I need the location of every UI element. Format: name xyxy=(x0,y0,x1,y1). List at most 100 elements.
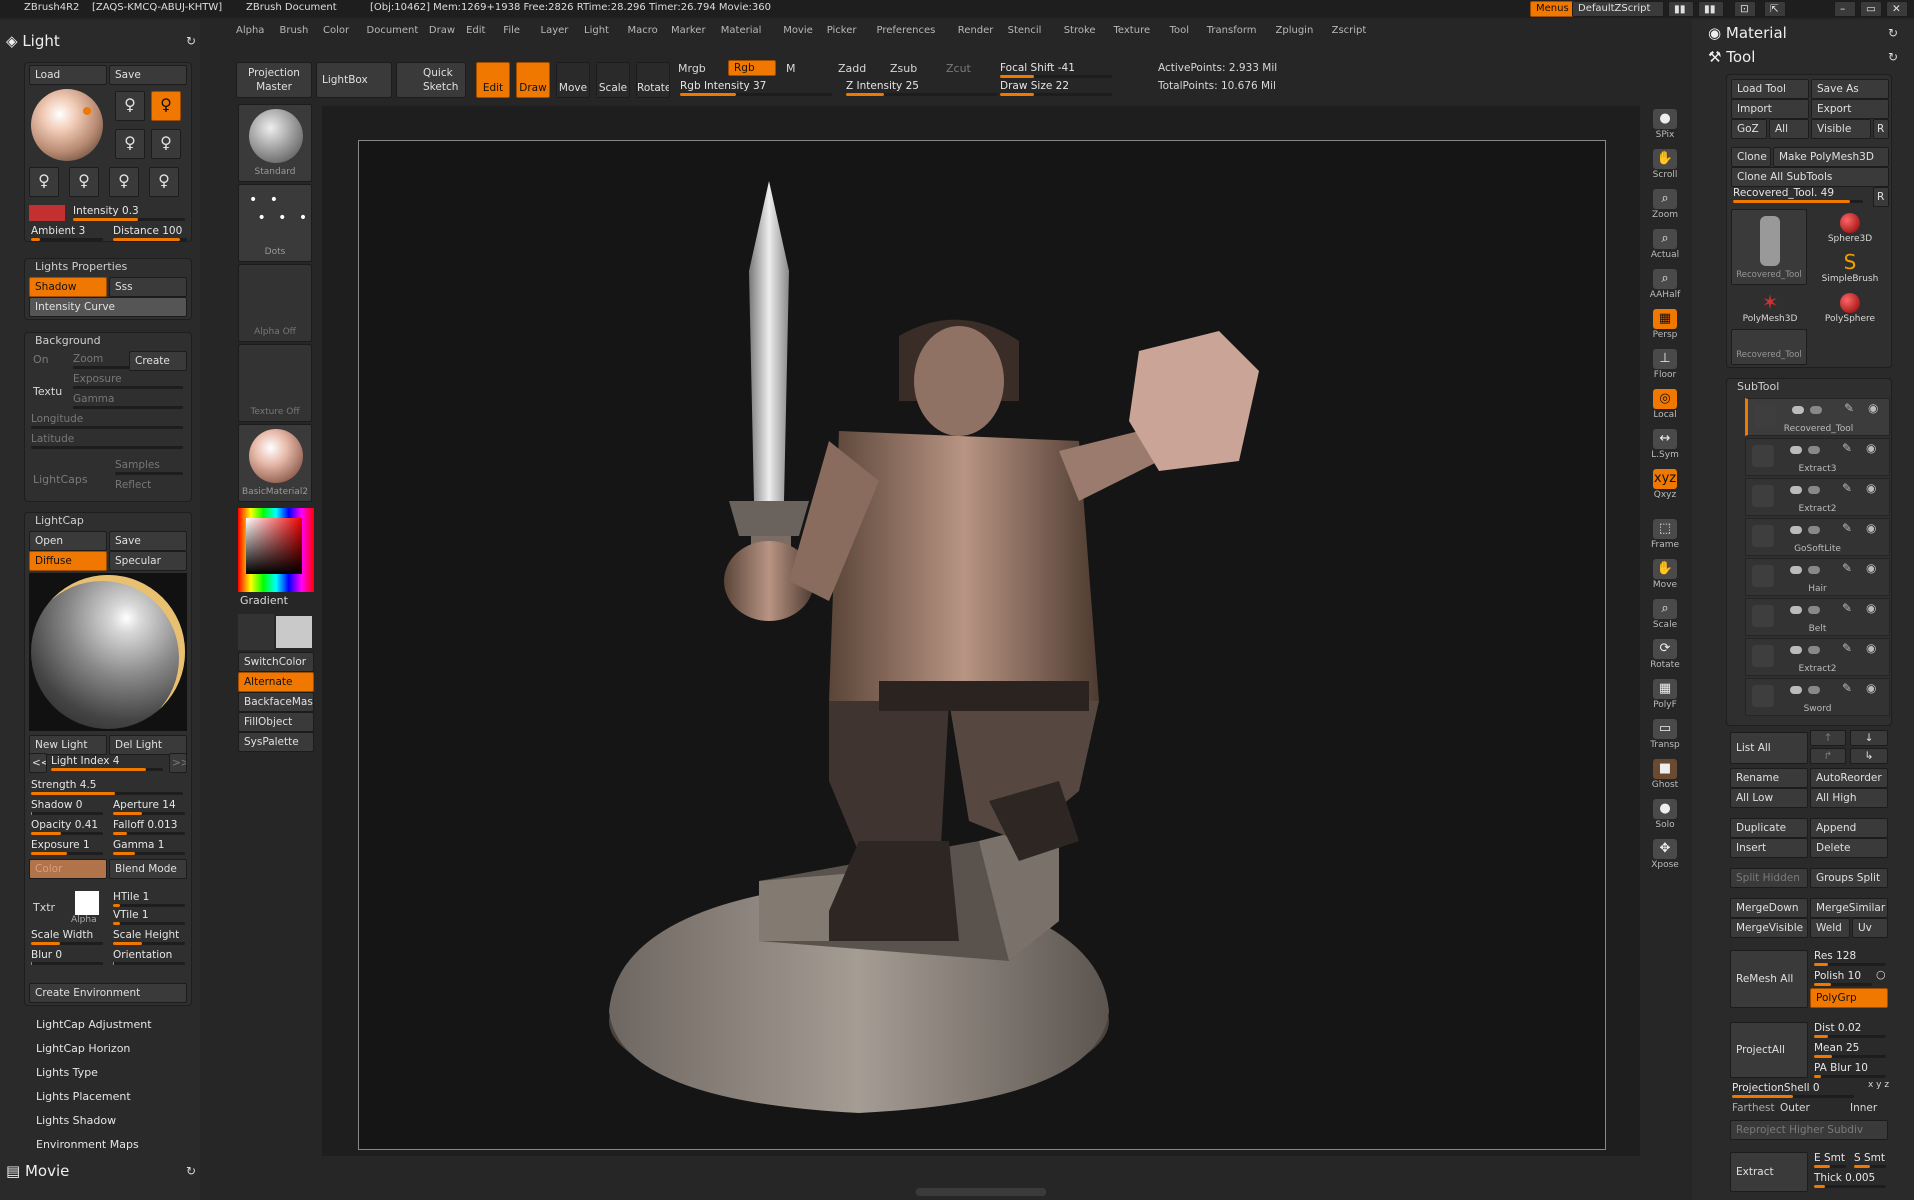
color-swatch-button[interactable]: Color xyxy=(29,859,107,879)
distance-slider[interactable]: Distance 100 xyxy=(109,223,191,243)
movie-palette-title[interactable]: ▤ Movie xyxy=(6,1162,69,1180)
toggle-icon[interactable] xyxy=(1808,606,1820,614)
rotate-button[interactable]: ⟳ Rotate xyxy=(1648,636,1682,672)
main-color-swatch[interactable] xyxy=(238,614,274,650)
lightbox-button[interactable]: LightBox xyxy=(316,62,392,98)
shadow-button[interactable]: Shadow xyxy=(29,277,107,297)
inner-button[interactable]: Inner xyxy=(1850,1102,1877,1114)
save-button[interactable]: Save xyxy=(109,65,187,85)
clone-button[interactable]: Clone xyxy=(1731,147,1771,167)
menu-item-tool[interactable]: Tool xyxy=(1170,22,1189,40)
brush-icon[interactable]: ✎ xyxy=(1842,601,1852,615)
vtile-slider[interactable]: VTile 1 xyxy=(109,907,189,927)
lights-shadow-section[interactable]: Lights Shadow xyxy=(36,1114,116,1127)
shadow-slider[interactable]: Shadow 0 xyxy=(27,797,107,817)
rotate-button[interactable]: Rotate xyxy=(636,62,670,98)
list-all-button[interactable]: List All xyxy=(1730,732,1808,764)
orientation-slider[interactable]: Orientation xyxy=(109,947,189,967)
xpose-button[interactable]: ✥ Xpose xyxy=(1648,836,1682,872)
brush-icon[interactable]: ✎ xyxy=(1842,441,1852,455)
bulb-icon[interactable]: ♀ xyxy=(149,167,179,197)
quick-sketch-button[interactable]: Quick Sketch xyxy=(396,62,466,98)
menu-item-brush[interactable]: Brush xyxy=(280,22,309,40)
eye-icon[interactable]: ◉ xyxy=(1866,681,1876,695)
alternate-button[interactable]: Alternate xyxy=(238,672,314,692)
arrow-corner-icon[interactable]: ↳ xyxy=(1850,748,1888,764)
toggle-icon[interactable] xyxy=(1790,526,1802,534)
menu-item-material[interactable]: Material xyxy=(721,22,762,40)
tool-thumb-polysphere[interactable]: PolySphere xyxy=(1811,289,1889,327)
tool-palette-title[interactable]: ⚒ Tool xyxy=(1708,48,1755,66)
polish-circle-icon[interactable]: ○ xyxy=(1876,968,1886,981)
eye-icon[interactable]: ◉ xyxy=(1866,601,1876,615)
clone-all-subtools-button[interactable]: Clone All SubTools xyxy=(1731,167,1889,187)
bulb-icon[interactable]: ♀ xyxy=(69,167,99,197)
brush-icon[interactable]: ✎ xyxy=(1842,521,1852,535)
brush-icon[interactable]: ✎ xyxy=(1842,481,1852,495)
next-light-icon[interactable]: >> xyxy=(169,753,187,773)
exposure-slider[interactable]: Exposure 1 xyxy=(27,837,107,857)
zsub-button[interactable]: Zsub xyxy=(890,62,917,75)
mean-slider[interactable]: Mean 25 xyxy=(1810,1040,1890,1060)
export-button[interactable]: Export xyxy=(1811,99,1889,119)
reproject-higher-subdiv-button[interactable]: Reproject Higher Subdiv xyxy=(1730,1120,1888,1140)
all-high-button[interactable]: All High xyxy=(1810,788,1888,808)
scale-width-slider[interactable]: Scale Width xyxy=(27,927,107,947)
prev-light-icon[interactable]: << xyxy=(29,753,47,773)
scroll-button[interactable]: ✋ Scroll xyxy=(1648,146,1682,182)
arrow-right-icon[interactable]: ↱ xyxy=(1810,748,1846,764)
load-tool-button[interactable]: Load Tool xyxy=(1731,79,1809,99)
polish-slider[interactable]: Polish 10 xyxy=(1810,968,1876,988)
delete-button[interactable]: Delete xyxy=(1810,838,1888,858)
l-sym-button[interactable]: ↔ L.Sym xyxy=(1648,426,1682,462)
brush-icon[interactable]: ✎ xyxy=(1844,401,1854,415)
script-button[interactable]: DefaultZScript xyxy=(1572,1,1664,17)
projection-master-button[interactable]: Projection Master xyxy=(236,62,312,98)
draw-size-slider[interactable]: Draw Size 22 xyxy=(996,78,1116,98)
blend-mode-button[interactable]: Blend Mode xyxy=(109,859,187,879)
sss-button[interactable]: Sss xyxy=(109,277,187,297)
canvas[interactable] xyxy=(322,106,1640,1156)
move-button[interactable]: ✋ Move xyxy=(1648,556,1682,592)
menu-item-color[interactable]: Color xyxy=(323,22,349,40)
focal-shift-slider[interactable]: Focal Shift -41 xyxy=(996,60,1116,80)
z-intensity-slider[interactable]: Z Intensity 25 xyxy=(842,78,1002,98)
menu-item-light[interactable]: Light xyxy=(584,22,609,40)
menu-item-macro[interactable]: Macro xyxy=(628,22,658,40)
texture-thumbnail[interactable] xyxy=(75,891,99,915)
toggle-icon[interactable] xyxy=(1790,646,1802,654)
res-slider[interactable]: Res 128 xyxy=(1810,948,1890,968)
light-position-dot[interactable] xyxy=(83,107,91,115)
toggle-icon[interactable] xyxy=(1808,446,1820,454)
htile-slider[interactable]: HTile 1 xyxy=(109,889,189,909)
bulb-icon[interactable]: ♀ xyxy=(151,91,181,121)
arrow-down-icon[interactable]: ↓ xyxy=(1850,730,1888,746)
bg-gamma-slider[interactable]: Gamma xyxy=(69,391,187,411)
menus-button[interactable]: Menus xyxy=(1530,1,1575,17)
subtool-row[interactable]: ✎ ◉ Hair xyxy=(1745,558,1890,596)
pa-blur-slider[interactable]: PA Blur 10 xyxy=(1810,1060,1890,1080)
lightcap-open-button[interactable]: Open xyxy=(29,531,107,551)
subtool-row[interactable]: ✎ ◉ Sword xyxy=(1745,678,1890,716)
solo-button[interactable]: ● Solo xyxy=(1648,796,1682,832)
gradient-label[interactable]: Gradient xyxy=(240,594,288,607)
bg-lightcaps-label[interactable]: LightCaps xyxy=(33,473,88,486)
insert-button[interactable]: Insert xyxy=(1730,838,1808,858)
alpha-label[interactable]: Alpha xyxy=(71,915,97,925)
menu-item-movie[interactable]: Movie xyxy=(783,22,813,40)
spix-button[interactable]: ● SPix xyxy=(1648,106,1682,142)
remesh-all-button[interactable]: ReMesh All xyxy=(1730,950,1808,1008)
specular-button[interactable]: Specular xyxy=(109,551,187,571)
brush-icon[interactable]: ✎ xyxy=(1842,681,1852,695)
material-palette-title[interactable]: ◉ Material xyxy=(1708,24,1787,42)
brush-standard-thumb[interactable]: Standard xyxy=(238,104,312,182)
s-smt-slider[interactable]: S Smt xyxy=(1850,1150,1890,1170)
tool-thumb-simplebrush[interactable]: S SimpleBrush xyxy=(1811,249,1889,287)
intensity-curve-button[interactable]: Intensity Curve xyxy=(29,297,187,317)
ghost-button[interactable]: ■ Ghost xyxy=(1648,756,1682,792)
refresh-icon[interactable]: ↻ xyxy=(1888,26,1898,40)
scale-button[interactable]: ⌕ Scale xyxy=(1648,596,1682,632)
weld-button[interactable]: Weld xyxy=(1810,918,1850,938)
expand-icon[interactable]: ⇱ xyxy=(1764,1,1786,17)
mergevisible-button[interactable]: MergeVisible xyxy=(1730,918,1808,938)
